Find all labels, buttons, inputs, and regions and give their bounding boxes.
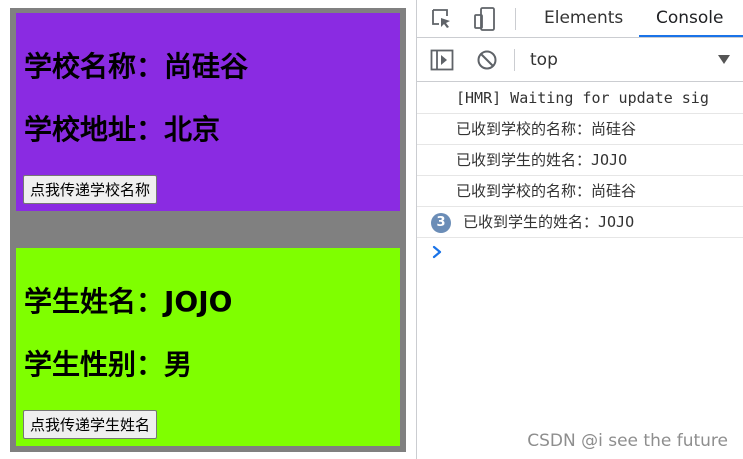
chevron-down-icon[interactable] — [718, 55, 730, 64]
tab-elements[interactable]: Elements — [544, 0, 623, 37]
context-selector[interactable]: top — [530, 38, 558, 82]
inspect-element-icon[interactable] — [429, 6, 455, 32]
console-message-text: 已收到学校的名称：尚硅谷 — [456, 182, 637, 200]
school-address-heading: 学校地址：北京 — [24, 113, 221, 146]
console-message: 已收到学生的姓名：JOJO — [417, 145, 743, 176]
console-prompt[interactable] — [417, 238, 743, 268]
page-viewport: 学校名称：尚硅谷 学校地址：北京 点我传递学校名称 学生姓名：JOJO 学生性别… — [0, 0, 416, 459]
school-component: 学校名称：尚硅谷 学校地址：北京 点我传递学校名称 — [16, 13, 400, 211]
console-message-text: 已收到学生的姓名：JOJO — [463, 213, 635, 231]
console-toolbar: top — [417, 38, 743, 82]
school-name-heading: 学校名称：尚硅谷 — [24, 50, 249, 83]
console-sidebar-icon[interactable] — [429, 48, 455, 72]
app-container: 学校名称：尚硅谷 学校地址：北京 点我传递学校名称 学生姓名：JOJO 学生性别… — [10, 8, 406, 452]
clear-console-icon[interactable] — [475, 48, 499, 72]
student-name-heading: 学生姓名：JOJO — [24, 285, 233, 318]
repeat-count-badge: 3 — [431, 213, 451, 233]
send-student-name-button[interactable]: 点我传递学生姓名 — [23, 410, 158, 439]
active-tab-indicator — [639, 35, 743, 37]
watermark: CSDN @i see the future — [527, 431, 728, 451]
console-message: 3 已收到学生的姓名：JOJO — [417, 207, 743, 238]
devtools-tab-bar: Elements Console — [417, 0, 743, 38]
console-prompt-chevron-icon — [429, 244, 445, 260]
console-message: 已收到学校的名称：尚硅谷 — [417, 176, 743, 207]
screenshot-root: 学校名称：尚硅谷 学校地址：北京 点我传递学校名称 学生姓名：JOJO 学生性别… — [0, 0, 743, 459]
devtools-panel: Elements Console top [HMR] Waiting for u… — [416, 0, 743, 459]
student-gender-heading: 学生性别：男 — [24, 348, 193, 381]
console-message-text: [HMR] Waiting for update sig — [456, 89, 709, 107]
console-messages: [HMR] Waiting for update sig 已收到学校的名称：尚硅… — [417, 83, 743, 268]
console-message-text: 已收到学生的姓名：JOJO — [456, 151, 628, 169]
tab-console[interactable]: Console — [656, 0, 724, 37]
console-message-text: 已收到学校的名称：尚硅谷 — [456, 120, 637, 138]
toolbar-divider — [514, 49, 515, 71]
console-message: 已收到学校的名称：尚硅谷 — [417, 114, 743, 145]
student-component: 学生姓名：JOJO 学生性别：男 点我传递学生姓名 — [16, 248, 400, 446]
device-toolbar-icon[interactable] — [471, 5, 499, 33]
send-school-name-button[interactable]: 点我传递学校名称 — [23, 175, 158, 204]
console-message: [HMR] Waiting for update sig — [417, 83, 743, 114]
toolbar-divider — [515, 8, 516, 30]
